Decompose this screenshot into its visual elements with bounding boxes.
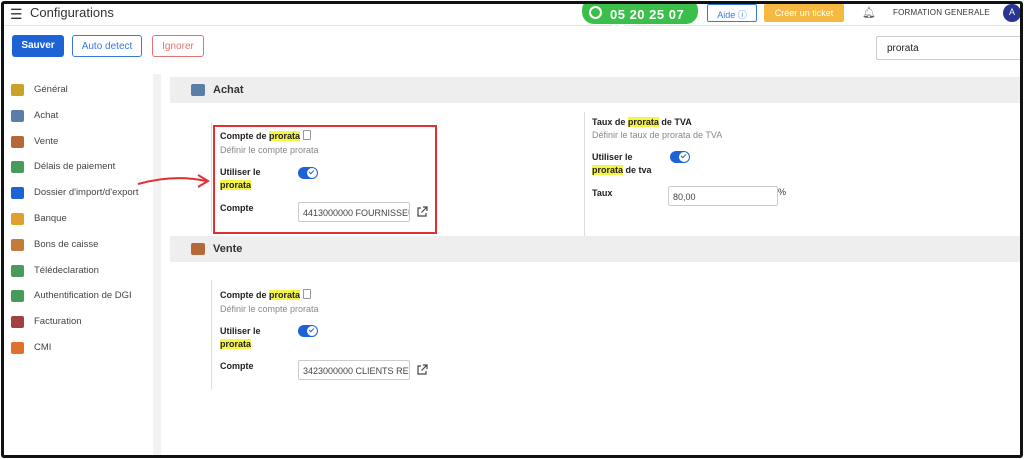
search-input[interactable] <box>876 36 1020 60</box>
sidebar-item-label: Bons de caisse <box>34 238 99 250</box>
sidebar-item-authentification-de-dgi[interactable]: Authentification de DGI <box>11 288 156 306</box>
phone-number: 05 20 25 07 07 <box>610 7 685 37</box>
sidebar-item-bons-de-caisse[interactable]: Bons de caisse <box>11 237 156 255</box>
taux-prorata-tva-description: Définir le taux de prorata de TVA <box>592 130 723 140</box>
sidebar-item-label: Général <box>34 84 68 95</box>
sidebar-item-icon <box>11 109 24 122</box>
sidebar-item-label: Délais de paiement <box>34 161 116 173</box>
sidebar-item-icon <box>11 264 24 277</box>
annotation-highlight-box <box>213 125 437 234</box>
utiliser-prorata-tva-label: Utiliser le prorata de tva <box>592 152 652 175</box>
taux-prorata-tva-title: Taux de prorata de TVA <box>592 117 692 127</box>
avatar[interactable]: A <box>1003 4 1020 22</box>
section-header-vente: Vente <box>170 236 1020 262</box>
document-icon <box>303 289 312 299</box>
sidebar-item-icon <box>11 238 24 251</box>
section-title-vente: Vente <box>213 243 243 255</box>
bell-icon[interactable]: 🔔︎ <box>862 6 876 19</box>
sidebar-item-achat[interactable]: Achat <box>11 108 156 126</box>
vente-compte-prorata-description: Définir le compte prorata <box>220 304 319 314</box>
page-title: Configurations <box>30 5 114 20</box>
sidebar-item-icon <box>11 213 24 225</box>
vente-utiliser-prorata-toggle[interactable] <box>298 325 318 337</box>
ignore-button[interactable]: Ignorer <box>152 35 204 57</box>
sidebar-item-icon <box>11 187 24 200</box>
sidebar-item-label: CMI <box>34 342 52 353</box>
vente-compte-label: Compte <box>220 361 254 371</box>
create-ticket-button[interactable]: Créer un ticket <box>764 4 844 22</box>
sidebar-item-label: Télédeclaration <box>34 264 99 276</box>
organization-name[interactable]: FORMATION GENERALE <box>893 8 990 17</box>
sidebar-item-cmi[interactable]: CMI <box>11 340 156 358</box>
vente-left-divider <box>211 280 212 390</box>
sidebar-item-label: Authentification de DGI <box>34 290 132 302</box>
annotation-arrow-icon <box>137 174 210 188</box>
auto-detect-button[interactable]: Auto detect <box>72 35 142 57</box>
help-circle-icon: ⓘ <box>737 10 747 20</box>
sidebar-item-g-n-ral[interactable]: Général <box>11 82 156 100</box>
sidebar-item-t-l-declaration[interactable]: Télédeclaration <box>11 263 156 281</box>
utiliser-prorata-tva-toggle[interactable] <box>670 151 690 163</box>
sidebar-item-label: Banque <box>34 213 67 224</box>
sidebar: Général Achat Vente Délais de paiement Dossi… <box>4 74 161 455</box>
top-bar: ☰ Configurations 05 20 25 07 07 Aide ⓘ C… <box>4 4 1020 37</box>
percent-sign: % <box>778 187 787 197</box>
sidebar-item-label: Dossier d'import/d'export <box>34 187 139 199</box>
achat-icon <box>191 84 205 96</box>
sidebar-item-facturation[interactable]: Facturation <box>11 314 156 332</box>
vente-icon <box>191 243 205 255</box>
phone-badge[interactable]: 05 20 25 07 07 <box>582 4 698 37</box>
sidebar-item-icon <box>11 84 24 96</box>
vente-compte-prorata-title: Compte de prorata <box>220 289 312 302</box>
sidebar-item-label: Vente <box>34 135 59 147</box>
sidebar-item-label: Facturation <box>34 316 82 328</box>
section-header-achat: Achat <box>170 77 1020 103</box>
taux-label: Taux <box>592 188 613 198</box>
app-window: ☰ Configurations 05 20 25 07 07 Aide ⓘ C… <box>1 1 1023 458</box>
sidebar-item-label: Achat <box>34 109 59 121</box>
sidebar-item-icon <box>11 316 24 329</box>
vente-utiliser-prorata-label: Utiliser le prorata <box>220 326 261 349</box>
save-button[interactable]: Sauver <box>12 35 64 57</box>
vente-compte-field[interactable]: 3423000000 CLIENTS RET- <box>298 360 410 380</box>
help-label: Aide <box>717 10 736 20</box>
phone-icon <box>589 6 602 19</box>
taux-field[interactable]: 80,00 <box>668 186 778 206</box>
sidebar-item-vente[interactable]: Vente <box>11 134 156 152</box>
sidebar-item-icon <box>11 290 24 303</box>
achat-right-divider <box>584 112 585 242</box>
section-title-achat: Achat <box>213 84 244 96</box>
sidebar-item-icon <box>11 135 24 148</box>
sidebar-item-icon <box>11 161 24 174</box>
help-button[interactable]: Aide ⓘ <box>707 4 757 22</box>
external-link-icon[interactable] <box>416 364 428 376</box>
sidebar-item-icon <box>11 342 24 354</box>
hamburger-menu-icon[interactable]: ☰ <box>10 7 23 21</box>
sidebar-item-banque[interactable]: Banque <box>11 211 156 229</box>
